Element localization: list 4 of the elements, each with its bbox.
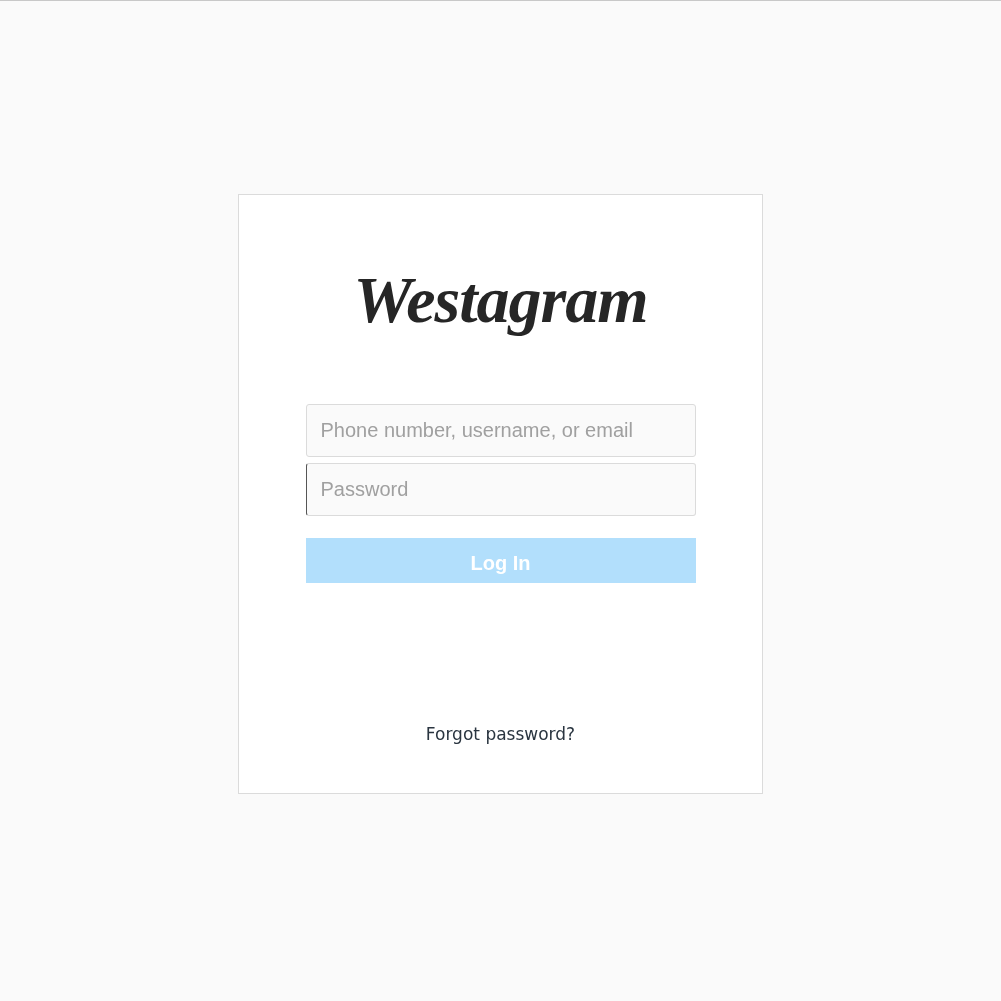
logo: Westagram <box>353 262 648 338</box>
password-field[interactable]: Password <box>305 463 696 516</box>
username-field[interactable]: Phone number, username, or email <box>305 404 696 457</box>
forgot-password-link[interactable]: Forgot password? <box>425 724 576 744</box>
